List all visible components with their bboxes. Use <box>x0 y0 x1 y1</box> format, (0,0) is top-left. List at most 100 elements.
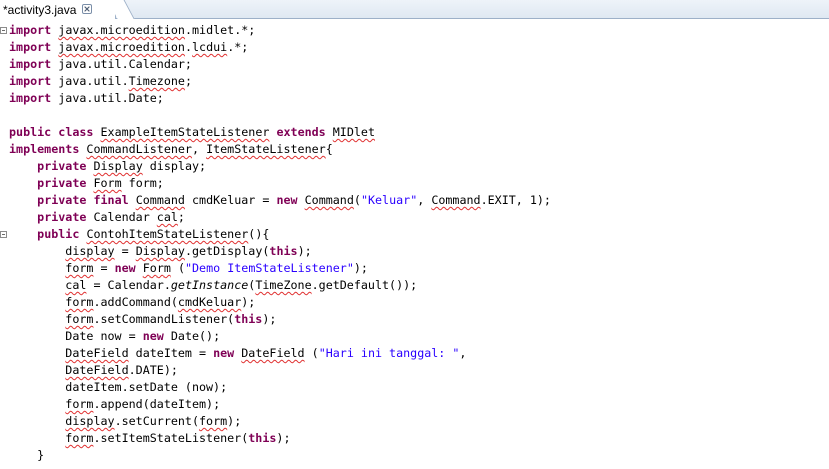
code-line[interactable]: import java.util.Calendar; <box>9 56 829 73</box>
code-line[interactable]: private Form form; <box>9 175 829 192</box>
code-token: import <box>9 91 52 105</box>
code-token-warning: Command <box>135 193 185 207</box>
code-token-warning: form <box>65 431 94 445</box>
code-token: ; <box>184 74 192 88</box>
code-token-warning: Command <box>304 193 354 207</box>
code-token: getInstance <box>170 278 249 292</box>
code-token: .setItemStateListener( <box>93 431 249 445</box>
code-token: new <box>213 346 235 360</box>
code-line[interactable]: import java.util.Date; <box>9 90 829 107</box>
code-token: private <box>37 210 87 224</box>
code-line[interactable]: DateField dateItem = new DateField ("Har… <box>9 345 829 362</box>
code-token-warning: Form <box>93 176 122 190</box>
code-token: java.util.Calendar; <box>51 57 192 71</box>
code-line[interactable]: import javax.microedition.lcdui.*; <box>9 39 829 56</box>
code-token: new <box>276 193 298 207</box>
code-line[interactable]: implements CommandListener, ItemStateLis… <box>9 141 829 158</box>
code-token: ); <box>276 431 291 445</box>
code-token: Calendar <box>86 210 157 224</box>
code-token-warning: form <box>65 261 94 275</box>
code-line[interactable]: DateField.DATE); <box>9 362 829 379</box>
code-line[interactable]: display = Display.getDisplay(this); <box>9 243 829 260</box>
code-token: } <box>9 448 45 462</box>
code-token: .midlet.*; <box>184 23 256 37</box>
code-token-warning: Command <box>431 193 481 207</box>
code-line[interactable]: cal = Calendar.getInstance(TimeZone.getD… <box>9 277 829 294</box>
code-line[interactable]: private final Command cmdKeluar = new Co… <box>9 192 829 209</box>
code-token-warning: ItemStateListener <box>206 142 326 156</box>
editor-tab-bar: *activity3.java <box>0 0 829 19</box>
code-line[interactable]: dateItem.setDate (now); <box>9 379 829 396</box>
code-token: ( <box>304 346 319 360</box>
code-token: (){ <box>248 227 270 241</box>
code-token-warning: TimeZone <box>255 278 312 292</box>
code-token: private <box>37 159 87 173</box>
code-token: ); <box>241 295 256 309</box>
close-icon[interactable] <box>82 4 92 14</box>
code-token: . <box>184 40 192 54</box>
code-token-warning: form <box>65 397 94 411</box>
code-line[interactable]: } <box>9 447 829 464</box>
code-token-warning: MIDlet <box>332 125 375 139</box>
code-token: , <box>459 346 467 360</box>
code-token: java.util.Date; <box>51 91 164 105</box>
editor-gutter <box>0 20 7 469</box>
code-token: ); <box>227 414 242 428</box>
code-token-warning: DateField <box>241 346 305 360</box>
code-line[interactable]: display.setCurrent(form); <box>9 413 829 430</box>
code-line[interactable]: form.append(dateItem); <box>9 396 829 413</box>
code-token: import <box>9 74 52 88</box>
editor-tab-label: *activity3.java <box>3 2 77 17</box>
code-token: = <box>114 244 136 258</box>
code-token: private <box>37 176 87 190</box>
code-token-warning: javax.microedition <box>58 40 185 54</box>
code-line[interactable]: form.setItemStateListener(this); <box>9 430 829 447</box>
code-token: public <box>9 125 52 139</box>
code-token-warning: ContohItemStateListener <box>86 227 249 241</box>
code-token: class <box>58 125 94 139</box>
code-token: "Keluar" <box>360 193 418 207</box>
code-line[interactable]: private Display display; <box>9 158 829 175</box>
fold-collapse-icon[interactable] <box>0 27 7 34</box>
code-token-warning: ExampleItemStateListener <box>100 125 270 139</box>
code-token-warning: Timezone <box>128 74 185 88</box>
code-token: display; <box>142 159 207 173</box>
code-token-warning: display <box>65 244 115 258</box>
code-token: "Hari ini tanggal: " <box>318 346 460 360</box>
code-line[interactable]: private Calendar cal; <box>9 209 829 226</box>
code-token: form; <box>121 176 164 190</box>
code-token: .getDefault()); <box>311 278 418 292</box>
code-line[interactable]: Date now = new Date(); <box>9 328 829 345</box>
code-token-warning: DateField <box>65 346 129 360</box>
code-line[interactable]: import javax.microedition.midlet.*; <box>9 22 829 39</box>
code-token-warning: DateField <box>65 363 129 377</box>
code-token: java.util. <box>51 74 129 88</box>
code-token: new <box>114 261 136 275</box>
editor-tab-activity3[interactable]: *activity3.java <box>0 0 116 19</box>
code-token: implements <box>9 142 80 156</box>
code-line[interactable]: public ContohItemStateListener(){ <box>9 226 829 243</box>
code-line[interactable]: ​ <box>9 107 829 124</box>
code-token: final <box>93 193 129 207</box>
code-line[interactable]: import java.util.Timezone; <box>9 73 829 90</box>
code-line[interactable]: form.addCommand(cmdKeluar); <box>9 294 829 311</box>
code-token-warning: form <box>65 312 94 326</box>
code-line[interactable]: public class ExampleItemStateListener ex… <box>9 124 829 141</box>
fold-collapse-icon[interactable] <box>0 231 7 238</box>
code-token: .setCurrent( <box>114 414 200 428</box>
code-text-area[interactable]: import javax.microedition.midlet.*; impor… <box>9 22 829 464</box>
code-line[interactable]: form.setCommandListener(this); <box>9 311 829 328</box>
code-line[interactable]: form = new Form ("Demo ItemStateListener… <box>9 260 829 277</box>
